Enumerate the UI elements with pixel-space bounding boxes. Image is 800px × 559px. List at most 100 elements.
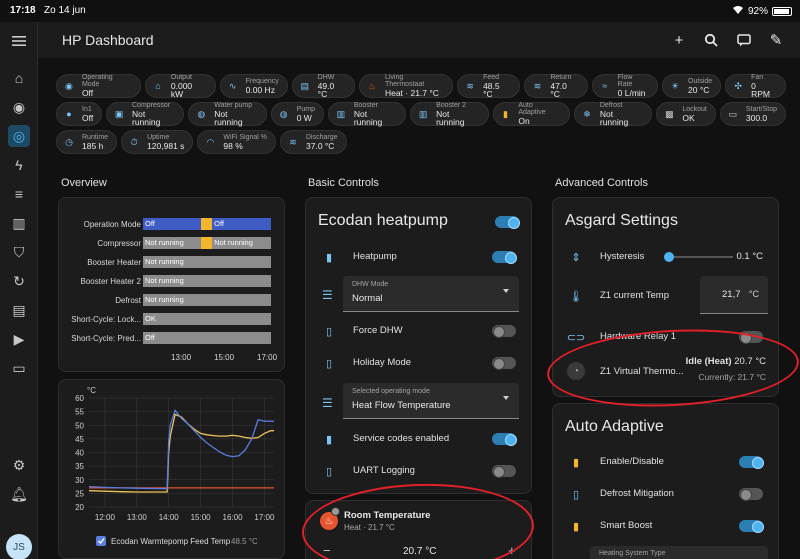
- add-icon[interactable]: +: [669, 30, 689, 50]
- timeline-bar[interactable]: Not running Not running: [143, 237, 271, 249]
- heater-icon: ▥: [336, 108, 346, 119]
- timeline-row: Short-Cycle: Pred... Off: [59, 332, 286, 344]
- camera-icon[interactable]: ◉: [8, 96, 30, 118]
- card-title: Asgard Settings: [565, 212, 678, 229]
- heatpump-dashboard-icon[interactable]: ◎: [8, 125, 30, 147]
- force-dhw-row: ▯ Force DHW: [306, 317, 528, 345]
- sensor-badge[interactable]: ⏱︎ Uptime 120,981 s: [121, 130, 194, 154]
- terminal-icon[interactable]: ▭: [8, 357, 30, 379]
- operating-mode-select[interactable]: Selected operating mode Heat Flow Temper…: [343, 383, 519, 419]
- switch-icon: ▮: [502, 108, 508, 119]
- force-dhw-toggle[interactable]: [492, 325, 516, 338]
- badge-text: In1 Off: [82, 106, 93, 123]
- badge-value: Not running: [599, 108, 629, 127]
- timeline-bar[interactable]: Not running: [143, 256, 271, 268]
- thermometer-icon: 🌡︎: [569, 290, 583, 303]
- badge-value: Not running: [214, 108, 243, 127]
- settings-gear-icon[interactable]: ⚙: [8, 454, 30, 476]
- sensor-badge[interactable]: ❄ Defrost Not running: [574, 102, 653, 127]
- sensor-badge[interactable]: ▭ Start/Stop 300.0: [719, 102, 786, 126]
- sensor-badge[interactable]: ◷ Runtime 185 h: [56, 130, 118, 154]
- x-tick-label: 12:00: [95, 513, 116, 522]
- sensor-badge[interactable]: ● In1 Off: [56, 102, 103, 126]
- sensor-badge[interactable]: ≋ Discharge 37.0 °C: [280, 130, 347, 154]
- sensor-badge[interactable]: ▩ Lockout OK: [656, 102, 716, 126]
- holiday-mode-label: Holiday Mode: [353, 357, 412, 368]
- hysteresis-slider-thumb[interactable]: [663, 252, 674, 262]
- sensor-badge[interactable]: ◠ WiFi Signal % 98 %: [197, 130, 276, 154]
- edit-pencil-icon[interactable]: ✎: [766, 30, 786, 50]
- timeline-segment: OK: [143, 313, 271, 325]
- sensor-badge[interactable]: ♨ Living Thermostaat Heat · 21.7 °C: [359, 74, 454, 98]
- badge-label: Outside: [688, 77, 713, 85]
- assist-chat-icon[interactable]: [734, 30, 754, 50]
- defrost-mitigation-toggle[interactable]: [739, 488, 763, 501]
- list-icon[interactable]: ≡: [8, 183, 30, 205]
- sensor-badge[interactable]: ▥ Booster 2 Not running: [410, 102, 489, 126]
- uart-logging-label: UART Logging: [353, 465, 415, 476]
- timeline-bar[interactable]: Off: [143, 332, 271, 344]
- history-chart-icon[interactable]: ▥: [8, 212, 30, 234]
- auto-adaptive-toggle[interactable]: [739, 456, 764, 469]
- menu-icon[interactable]: [8, 30, 30, 52]
- timeline-bar[interactable]: Not running: [143, 294, 271, 306]
- timeline-bar[interactable]: OK: [143, 313, 271, 325]
- smart-boost-toggle[interactable]: [739, 520, 764, 533]
- badge-value: 98 %: [223, 140, 243, 151]
- x-tick-label: 13:00: [127, 513, 148, 522]
- service-codes-toggle[interactable]: [492, 433, 517, 446]
- media-icon[interactable]: ▶: [8, 328, 30, 350]
- sensor-badge[interactable]: ≋ Return 47.0 °C: [524, 74, 588, 98]
- sensor-badge[interactable]: ≋ Feed 48.5 °C: [457, 74, 521, 98]
- badge-label: Operating Mode: [81, 74, 113, 89]
- timeline-segment: Off: [143, 218, 201, 230]
- badge-value: 0 RPM: [751, 80, 770, 99]
- home-icon[interactable]: ⌂: [8, 67, 30, 89]
- z1-current-temp-input[interactable]: 21,7 °C: [700, 276, 768, 314]
- search-icon[interactable]: [701, 30, 721, 50]
- timeline-bar[interactable]: Off Off: [143, 218, 271, 230]
- series-line: [88, 413, 274, 493]
- toggle-switch-icon: ⊂⊃: [566, 331, 586, 344]
- legend-series-name: Ecodan Warmtepomp Feed Temp: [111, 537, 231, 546]
- sensor-badge[interactable]: ◍ Pump 0 W: [270, 102, 325, 126]
- auto-adaptive-card: Auto Adaptive ▮ Enable/Disable ▯ Defrost…: [552, 403, 779, 559]
- sensor-badge[interactable]: ☀ Outside 20 °C: [662, 74, 722, 98]
- uart-logging-toggle[interactable]: [492, 465, 516, 478]
- series-line: [88, 408, 275, 490]
- sensor-badge[interactable]: ▤ DHW 49.0 °C: [291, 74, 356, 98]
- wifi-icon: ◠: [206, 136, 215, 147]
- heatpump-toggle[interactable]: [492, 251, 517, 264]
- enable-disable-label: Enable/Disable: [600, 456, 664, 467]
- avatar[interactable]: JS: [6, 534, 32, 559]
- notifications-bell-icon[interactable]: 🔔︎: [8, 483, 30, 505]
- sensor-badge[interactable]: ◉ Operating Mode Off: [56, 74, 141, 98]
- chevron-down-icon: [503, 396, 509, 400]
- sensor-badge[interactable]: ≈ Flow Rate 0 L/min: [591, 74, 659, 98]
- timeline-row-label: Booster Heater 2: [80, 277, 141, 286]
- hacs-icon[interactable]: ▤: [8, 299, 30, 321]
- sensor-badge[interactable]: ✣ Fan 0 RPM: [725, 74, 786, 98]
- badge-text: Operating Mode Off: [82, 74, 132, 98]
- wifi-icon: [732, 5, 744, 18]
- shield-icon[interactable]: ⛉: [8, 241, 30, 263]
- badge-text: Start/Stop 300.0: [746, 106, 777, 123]
- holiday-mode-toggle[interactable]: [492, 357, 516, 370]
- dhw-mode-select[interactable]: DHW Mode Normal: [343, 276, 519, 312]
- card-header-toggle[interactable]: [495, 216, 520, 229]
- y-tick-label: 45: [75, 435, 84, 444]
- sensor-badge[interactable]: ∿ Frequency 0.00 Hz: [219, 74, 288, 98]
- timeline-segment: Not running: [143, 275, 271, 287]
- heating-system-type-select[interactable]: Heating System Type: [590, 546, 768, 559]
- sensor-badge[interactable]: ▮ Auto Adaptive On: [492, 102, 571, 126]
- hysteresis-slider[interactable]: [663, 252, 733, 262]
- timeline-segment: [200, 218, 213, 230]
- sensor-badge[interactable]: ⌂ Output 0.000 kW: [144, 74, 216, 98]
- logbook-icon[interactable]: ↻: [8, 270, 30, 292]
- sensor-badge[interactable]: ▥ Booster Not running: [328, 102, 407, 126]
- energy-icon[interactable]: ϟ: [8, 154, 30, 176]
- timeline-bar[interactable]: Not running: [143, 275, 271, 287]
- sensor-badges: ◉ Operating Mode Off ⌂ Output 0.000 kW ∿ Freque…: [56, 74, 786, 158]
- sensor-badge[interactable]: ▣ Compressor Not running: [106, 102, 185, 126]
- sensor-badge[interactable]: ◍ Water pump Not running: [188, 102, 267, 127]
